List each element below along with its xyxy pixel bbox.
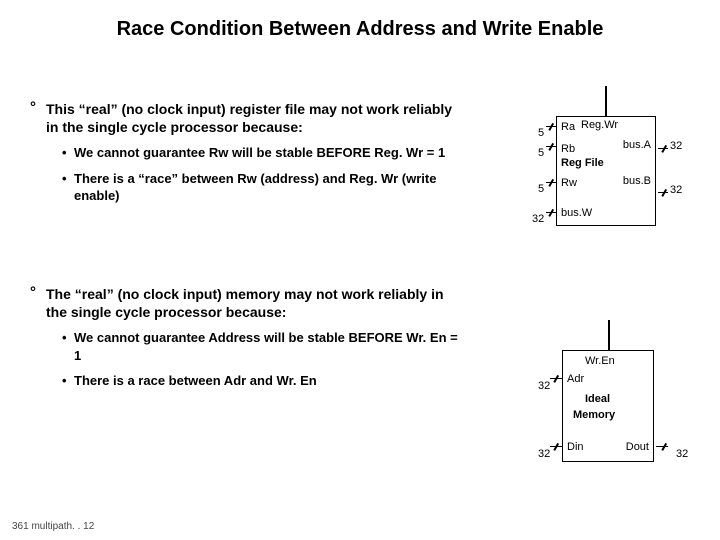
wren-wire [608, 320, 610, 350]
slide-title: Race Condition Between Address and Write… [0, 0, 720, 41]
regfile-label: Reg File [561, 157, 604, 169]
width-32: 32 [676, 448, 688, 460]
width-5: 5 [538, 127, 544, 139]
width-32: 32 [538, 448, 550, 460]
port-adr: Adr [567, 373, 584, 385]
lead-1: ° This “real” (no clock input) register … [30, 100, 460, 136]
section-regfile: ° This “real” (no clock input) register … [30, 100, 460, 205]
sub-1a-text: We cannot guarantee Rw will be stable BE… [74, 145, 445, 160]
port-busb: bus.B [623, 175, 651, 187]
lead-2: ° The “real” (no clock input) memory may… [30, 285, 460, 321]
port-rb: Rb [561, 143, 575, 155]
dot-bullet: • [62, 372, 67, 390]
port-din: Din [567, 441, 584, 453]
width-32: 32 [670, 140, 682, 152]
port-regwr: Reg.Wr [581, 119, 618, 131]
width-32: 32 [538, 380, 550, 392]
lead-1-text: This “real” (no clock input) register fi… [46, 101, 452, 135]
regwr-wire [605, 86, 607, 116]
mem-memory: Memory [573, 409, 615, 421]
port-wren: Wr.En [585, 355, 615, 367]
section-memory: ° The “real” (no clock input) memory may… [30, 285, 460, 390]
mem-ideal: Ideal [585, 393, 610, 405]
width-5: 5 [538, 147, 544, 159]
dot-bullet: • [62, 144, 67, 162]
width-32: 32 [532, 213, 544, 225]
sub-2b: • There is a race between Adr and Wr. En [30, 372, 460, 390]
bullet-degree: ° [30, 283, 36, 303]
port-rw: Rw [561, 177, 577, 189]
sub-2a-text: We cannot guarantee Address will be stab… [74, 330, 458, 363]
lead-2-text: The “real” (no clock input) memory may n… [46, 286, 444, 320]
body-content: ° This “real” (no clock input) register … [30, 100, 460, 450]
sub-2a: • We cannot guarantee Address will be st… [30, 329, 460, 364]
width-32: 32 [670, 184, 682, 196]
width-5: 5 [538, 183, 544, 195]
slide-footer: 361 multipath. . 12 [12, 521, 94, 532]
sub-1a: • We cannot guarantee Rw will be stable … [30, 144, 460, 162]
regfile-diagram: Ra Reg.Wr Rb bus.A Reg File Rw bus.B bus… [530, 102, 700, 232]
memory-diagram: Wr.En Adr Ideal Memory Din Dout 32 32 32 [520, 330, 705, 470]
dot-bullet: • [62, 170, 67, 188]
port-busa: bus.A [623, 139, 651, 151]
regfile-box: Ra Reg.Wr Rb bus.A Reg File Rw bus.B bus… [556, 116, 656, 226]
sub-2b-text: There is a race between Adr and Wr. En [74, 373, 317, 388]
port-ra: Ra [561, 121, 575, 133]
memory-box: Wr.En Adr Ideal Memory Din Dout [562, 350, 654, 462]
sub-1b: • There is a “race” between Rw (address)… [30, 170, 460, 205]
sub-1b-text: There is a “race” between Rw (address) a… [74, 171, 436, 204]
port-dout: Dout [626, 441, 649, 453]
port-busw: bus.W [561, 207, 592, 219]
dot-bullet: • [62, 329, 67, 347]
bullet-degree: ° [30, 98, 36, 118]
